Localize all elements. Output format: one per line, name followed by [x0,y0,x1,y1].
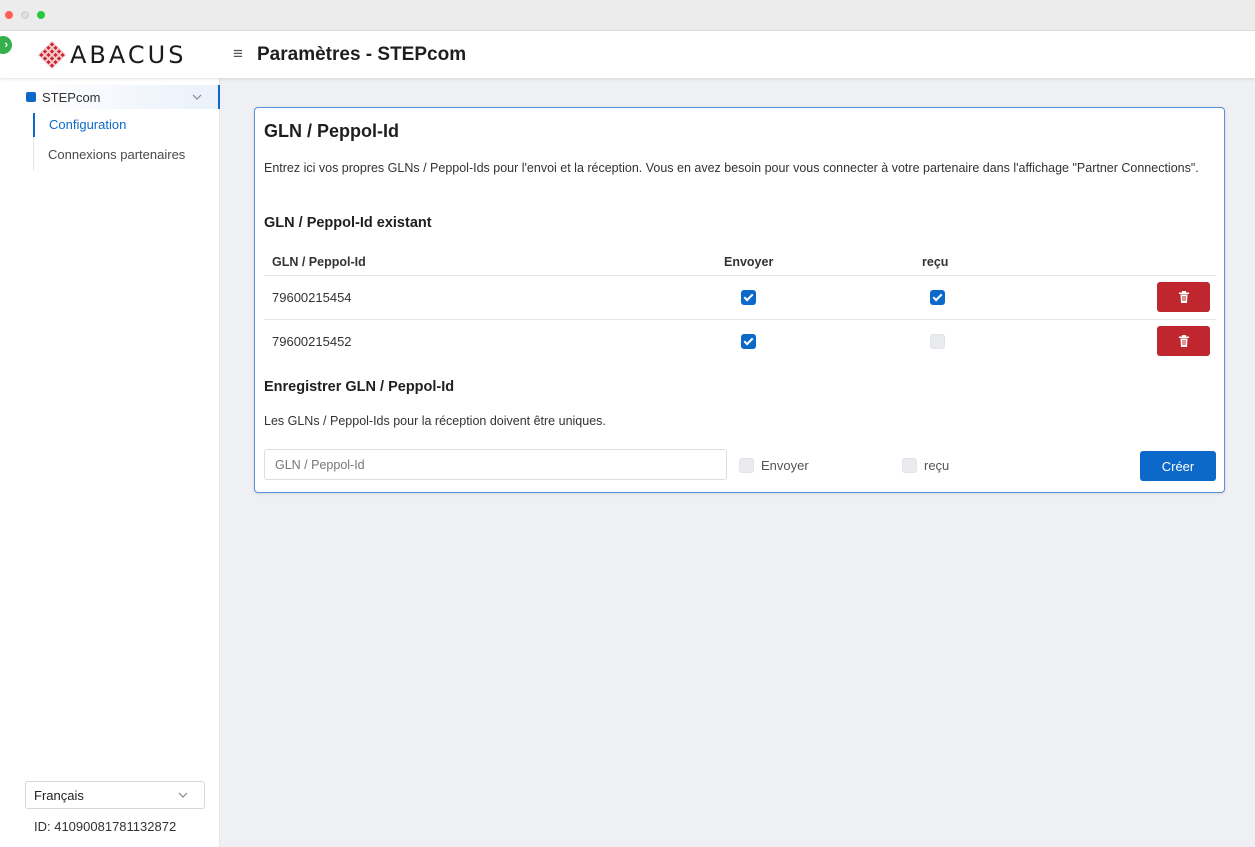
receive-checkbox[interactable] [930,290,945,305]
sidebar-item-partner-connections[interactable]: Connexions partenaires [34,143,221,167]
app-header: › ABACUS ≡ Paramètres - STEPcom [0,31,1255,78]
new-send-checkbox[interactable] [739,458,754,473]
register-hint: Les GLNs / Peppol-Ids pour la réception … [264,414,606,428]
page-title: Paramètres - STEPcom [257,44,467,65]
close-window-button[interactable] [5,11,13,19]
delete-button[interactable] [1157,282,1210,312]
card-title: GLN / Peppol-Id [264,121,399,141]
table-row: 79600215454 [264,275,1216,319]
column-header-send: Envoyer [724,255,774,269]
language-select-value: Français [34,787,84,803]
column-header-id: GLN / Peppol-Id [272,255,366,269]
send-checkbox[interactable] [741,334,756,349]
delete-button[interactable] [1157,326,1210,356]
window-titlebar [0,0,1255,31]
receive-checkbox[interactable] [930,334,945,349]
column-header-receive: reçu [922,255,949,269]
create-button[interactable]: Créer [1140,451,1216,481]
new-send-label: Envoyer [761,458,809,473]
logo-text: ABACUS [70,41,187,69]
sidebar-subnav: Configuration Connexions partenaires [33,111,220,171]
abacus-diamond-icon [37,40,67,70]
language-select[interactable]: Français [25,781,205,809]
register-heading: Enregistrer GLN / Peppol-Id [264,379,455,395]
gln-id-value: 79600215452 [272,334,352,349]
new-receive-label: reçu [924,458,950,473]
session-id: ID: 41090081781132872 [34,819,177,834]
gln-id-input[interactable] [264,449,727,480]
extension-icon[interactable]: › [0,36,12,54]
trash-icon [1178,291,1189,303]
new-receive-checkbox[interactable] [902,458,917,473]
module-square-icon [26,92,36,102]
chevron-down-icon [192,92,206,103]
trash-icon [1178,335,1189,347]
zoom-window-button[interactable] [37,11,45,19]
chevron-down-icon [178,790,192,801]
gln-peppol-card: GLN / Peppol-Id Entrez ici vos propres G… [254,107,1225,493]
sidebar-group-label: STEPcom [42,89,101,105]
card-description: Entrez ici vos propres GLNs / Peppol-Ids… [264,161,1199,175]
sidebar-group-stepcom[interactable]: STEPcom [23,85,220,109]
hamburger-menu-icon[interactable]: ≡ [233,45,253,63]
existing-heading: GLN / Peppol-Id existant [264,215,432,231]
sidebar-item-configuration[interactable]: Configuration [33,113,220,137]
send-checkbox[interactable] [741,290,756,305]
gln-id-value: 79600215454 [272,290,352,305]
minimize-window-button[interactable] [21,11,29,19]
abacus-logo: ABACUS [36,39,186,71]
table-row: 79600215452 [264,319,1216,363]
sidebar: STEPcom Configuration Connexions partena… [0,78,220,847]
